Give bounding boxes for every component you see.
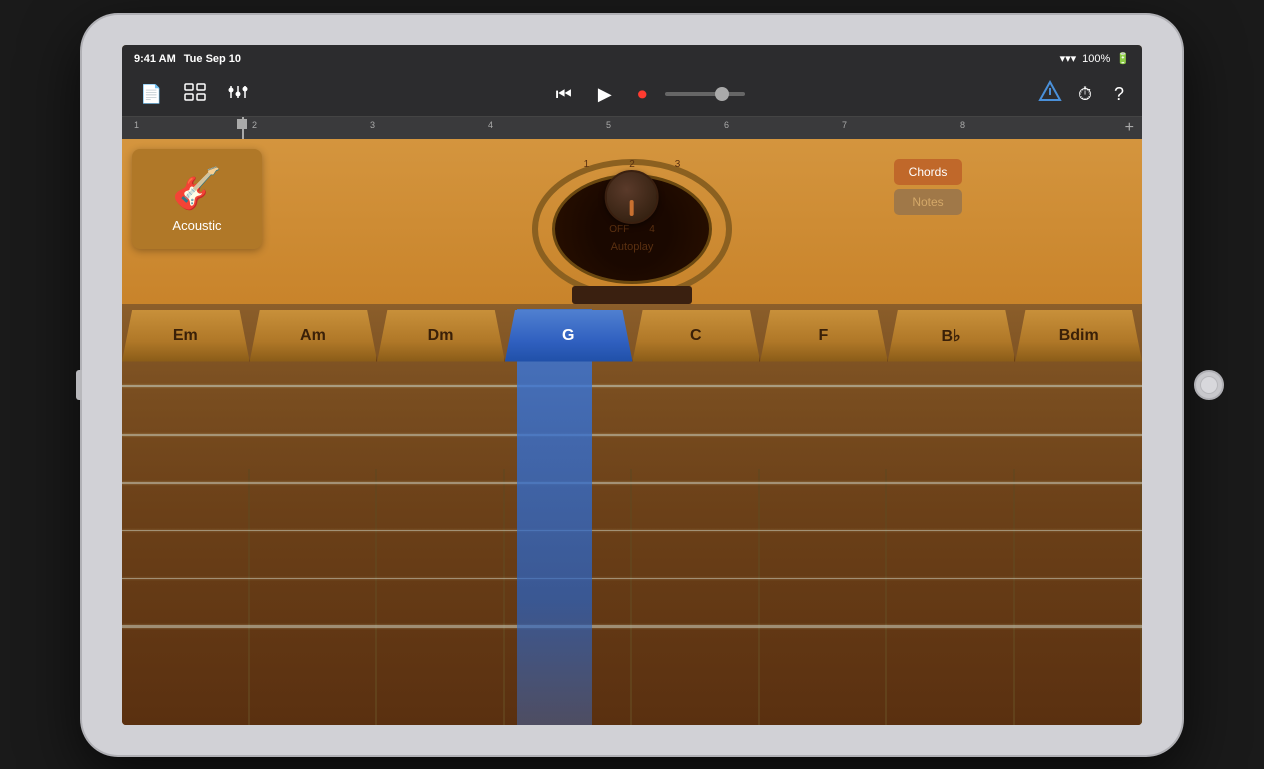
chord-bdim[interactable]: Bdim: [1015, 310, 1142, 362]
timeline-ruler: 1 2 3 4 5 6 7 8 +: [122, 117, 1142, 139]
main-content: 🎸 Acoustic 1 2 3 OFF 4: [122, 139, 1142, 725]
add-track-button[interactable]: +: [1125, 119, 1134, 137]
battery-icon: 🔋: [1116, 52, 1130, 65]
record-button[interactable]: ⏺: [630, 80, 655, 109]
bridge: [572, 286, 692, 304]
smart-tempo-icon: [1038, 85, 1062, 107]
active-chord-highlight: [517, 309, 592, 725]
fretboard: [122, 304, 1142, 725]
new-song-button[interactable]: 📄: [134, 80, 168, 109]
chord-bb[interactable]: B♭: [888, 310, 1016, 362]
ruler-mark-2: 2: [252, 120, 257, 130]
fret-6: [760, 469, 888, 725]
ipad-screen: 9:41 AM Tue Sep 10 ▾▾▾ 100% 🔋 📄: [122, 45, 1142, 725]
autoplay-pos-3: 3: [675, 159, 681, 170]
settings-icon: ⏱: [1078, 84, 1092, 105]
chord-c[interactable]: C: [633, 310, 761, 362]
notes-button[interactable]: Notes: [894, 189, 962, 215]
mixer-icon: [228, 83, 248, 106]
guitar-area: 🎸 Acoustic 1 2 3 OFF 4: [122, 139, 1142, 725]
ruler-mark-1: 1: [134, 120, 139, 130]
status-bar: 9:41 AM Tue Sep 10 ▾▾▾ 100% 🔋: [122, 45, 1142, 73]
fret-5: [632, 469, 760, 725]
chord-em[interactable]: Em: [122, 310, 250, 362]
rewind-button[interactable]: ⏮: [548, 80, 580, 109]
ruler-mark-5: 5: [606, 120, 611, 130]
help-button[interactable]: ?: [1108, 80, 1130, 109]
play-button[interactable]: ▶: [590, 80, 620, 109]
toolbar-center: ⏮ ▶ ⏺: [254, 80, 1038, 109]
chord-bb-label: B♭: [942, 326, 961, 346]
fret-7: [887, 469, 1015, 725]
volume-slider[interactable]: [665, 92, 745, 96]
ruler-mark-4: 4: [488, 120, 493, 130]
toolbar: 📄: [122, 73, 1142, 117]
autoplay-pos-2: 2: [629, 159, 635, 170]
chord-f-label: F: [819, 327, 829, 345]
home-button[interactable]: [1194, 370, 1224, 400]
mixer-button[interactable]: [222, 79, 254, 110]
chord-dm-label: Dm: [428, 327, 454, 345]
record-icon: ⏺: [638, 84, 647, 104]
fret-2: [250, 469, 378, 725]
chord-bdim-label: Bdim: [1059, 327, 1099, 345]
chord-am[interactable]: Am: [250, 310, 378, 362]
autoplay-label: Autoplay: [611, 241, 654, 253]
fret-1: [122, 469, 250, 725]
autoplay-off: OFF: [609, 224, 629, 235]
instrument-name: Acoustic: [172, 218, 221, 233]
smart-tempo-button[interactable]: [1038, 80, 1062, 108]
volume-thumb: [715, 87, 729, 101]
chord-am-label: Am: [300, 327, 326, 345]
wifi-icon: ▾▾▾: [1060, 52, 1077, 65]
fret-8: [1015, 469, 1143, 725]
chords-button[interactable]: Chords: [894, 159, 962, 185]
chord-buttons: Em Am Dm G C F: [122, 304, 1142, 362]
settings-button[interactable]: ⏱: [1072, 80, 1098, 109]
side-button[interactable]: [76, 370, 82, 400]
ipad-frame: 9:41 AM Tue Sep 10 ▾▾▾ 100% 🔋 📄: [82, 15, 1182, 755]
toolbar-left: 📄: [134, 79, 254, 110]
ruler-mark-8: 8: [960, 120, 965, 130]
knob-indicator: [630, 200, 634, 216]
ruler-mark-6: 6: [724, 120, 729, 130]
playhead-marker: [237, 119, 247, 129]
autoplay-pos-1: 1: [584, 159, 590, 170]
chord-g-label: G: [562, 327, 574, 345]
tracks-icon: [184, 83, 206, 106]
date: Tue Sep 10: [184, 53, 241, 65]
time: 9:41 AM: [134, 53, 176, 65]
play-icon: ▶: [598, 84, 612, 104]
ruler-mark-7: 7: [842, 120, 847, 130]
autoplay-position-labels: 1 2 3: [584, 159, 681, 170]
fret-lines: [122, 469, 1142, 725]
chord-em-label: Em: [173, 327, 198, 345]
instrument-icon: 🎸: [172, 165, 222, 212]
new-song-icon: 📄: [140, 84, 162, 105]
rewind-icon: ⏮: [556, 84, 572, 104]
chord-f[interactable]: F: [760, 310, 888, 362]
chord-dm[interactable]: Dm: [377, 310, 505, 362]
help-icon: ?: [1114, 84, 1124, 105]
autoplay-container: 1 2 3 OFF 4 Autoplay: [584, 159, 681, 253]
toolbar-right: ⏱ ?: [1038, 80, 1130, 109]
autoplay-knob[interactable]: [605, 170, 659, 224]
chord-g[interactable]: G: [505, 310, 633, 362]
ruler-mark-3: 3: [370, 120, 375, 130]
status-left: 9:41 AM Tue Sep 10: [134, 53, 241, 65]
tracks-button[interactable]: [178, 79, 212, 110]
mode-toggle: Chords Notes: [894, 159, 962, 215]
autoplay-off-labels: OFF 4: [609, 224, 655, 235]
instrument-thumbnail[interactable]: 🎸 Acoustic: [132, 149, 262, 249]
status-right: ▾▾▾ 100% 🔋: [1060, 52, 1130, 65]
autoplay-pos-4: 4: [649, 224, 655, 235]
fret-3: [377, 469, 505, 725]
battery-level: 100%: [1082, 53, 1110, 65]
chord-c-label: C: [690, 327, 702, 345]
